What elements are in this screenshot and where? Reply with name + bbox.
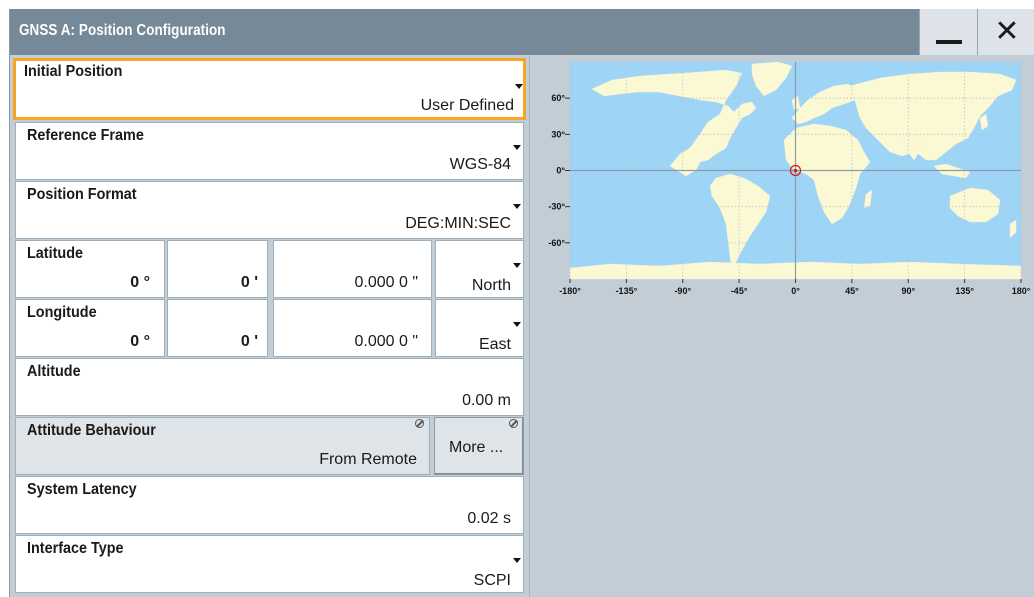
- close-icon: ✕: [994, 14, 1020, 49]
- dropdown-arrow-icon: [513, 322, 521, 327]
- longitude-degrees-value: 0 °: [130, 333, 150, 350]
- latitude-seconds-value: 0.000 0 ": [354, 274, 418, 291]
- dropdown-arrow-icon: [513, 558, 521, 563]
- initial-position-select[interactable]: Initial Position User Defined: [13, 58, 526, 120]
- latitude-degrees-field[interactable]: Latitude 0 °: [15, 240, 165, 298]
- latitude-label: Latitude: [27, 245, 83, 262]
- reference-frame-select[interactable]: Reference Frame WGS-84: [15, 122, 524, 180]
- latitude-minutes-field[interactable]: 0 ': [167, 240, 268, 298]
- altitude-field[interactable]: Altitude 0.00 m: [15, 358, 524, 416]
- dropdown-arrow-icon: [513, 263, 521, 268]
- longitude-seconds-field[interactable]: 0.000 0 ": [273, 299, 432, 357]
- dropdown-arrow-icon: [513, 204, 521, 209]
- longitude-seconds-value: 0.000 0 ": [354, 333, 418, 350]
- remote-control-icon: [509, 419, 518, 428]
- lon-tick-label: -90°: [674, 286, 691, 296]
- lon-tick-label: 135°: [955, 286, 974, 296]
- latitude-degrees-value: 0 °: [130, 274, 150, 291]
- reference-frame-value: WGS-84: [449, 156, 511, 173]
- dialog-title: GNSS A: Position Configuration: [19, 22, 226, 39]
- position-configuration-dialog: GNSS A: Position Configuration ✕ Initial…: [9, 9, 1034, 597]
- attitude-behaviour-value: From Remote: [319, 451, 417, 468]
- initial-position-value: User Defined: [420, 97, 514, 114]
- system-latency-value: 0.02 s: [467, 510, 511, 527]
- close-button[interactable]: ✕: [977, 9, 1034, 55]
- interface-type-value: SCPI: [473, 572, 511, 589]
- altitude-value: 0.00 m: [462, 392, 511, 409]
- position-format-label: Position Format: [27, 186, 137, 203]
- latitude-seconds-field[interactable]: 0.000 0 ": [273, 240, 432, 298]
- dropdown-arrow-icon: [513, 145, 521, 150]
- position-format-select[interactable]: Position Format DEG:MIN:SEC: [15, 181, 524, 239]
- latitude-direction-select[interactable]: North: [435, 240, 524, 298]
- attitude-behaviour-field: Attitude Behaviour From Remote: [15, 417, 430, 475]
- lon-tick-label: 180°: [1012, 286, 1031, 296]
- interface-type-select[interactable]: Interface Type SCPI: [15, 535, 524, 593]
- longitude-direction-value: East: [478, 336, 511, 353]
- longitude-direction-select[interactable]: East: [435, 299, 524, 357]
- lat-tick-label: 0°: [556, 166, 565, 176]
- latitude-tick-labels: 60° 30° 0° -30° -60°: [548, 93, 565, 248]
- lon-tick-label: 90°: [901, 286, 915, 296]
- latitude-direction-value: North: [471, 277, 511, 294]
- altitude-label: Altitude: [27, 363, 81, 380]
- system-latency-label: System Latency: [27, 481, 137, 498]
- longitude-label: Longitude: [27, 304, 97, 321]
- dropdown-arrow-icon: [515, 84, 523, 89]
- initial-position-label: Initial Position: [24, 63, 123, 80]
- interface-type-label: Interface Type: [27, 540, 124, 557]
- reference-frame-label: Reference Frame: [27, 127, 144, 144]
- position-format-value: DEG:MIN:SEC: [405, 215, 511, 232]
- minimize-button[interactable]: [919, 9, 977, 55]
- longitude-tick-labels: -180° -135° -90° -45° 0° 45° 90° 135° 180°: [559, 286, 1031, 296]
- lon-tick-label: -135°: [616, 286, 638, 296]
- title-bar[interactable]: GNSS A: Position Configuration ✕: [10, 9, 1034, 55]
- minimize-icon: [936, 40, 962, 44]
- longitude-minutes-value: 0 ': [240, 333, 258, 350]
- lat-tick-label: -30°: [548, 202, 565, 212]
- lon-tick-label: 45°: [845, 286, 859, 296]
- attitude-behaviour-label: Attitude Behaviour: [27, 422, 156, 439]
- lon-tick-label: -45°: [731, 286, 748, 296]
- lat-tick-label: 60°: [551, 93, 565, 103]
- lat-tick-label: -60°: [548, 238, 565, 248]
- world-map[interactable]: 60° 30° 0° -30° -60° -180° -135° -90° -45° 0° 45°…: [530, 56, 1034, 316]
- more-button-label: More ...: [449, 439, 504, 456]
- longitude-minutes-field[interactable]: 0 ': [167, 299, 268, 357]
- system-latency-field[interactable]: System Latency 0.02 s: [15, 476, 524, 534]
- more-button[interactable]: More ...: [434, 417, 524, 475]
- marker-dot: [793, 168, 798, 173]
- latitude-minutes-value: 0 ': [240, 274, 258, 291]
- lat-tick-label: 30°: [551, 129, 565, 139]
- lon-tick-label: -180°: [559, 286, 581, 296]
- longitude-degrees-field[interactable]: Longitude 0 °: [15, 299, 165, 357]
- remote-control-icon: [415, 419, 424, 428]
- world-map-panel: 60° 30° 0° -30° -60° -180° -135° -90° -45° 0° 45°…: [529, 56, 1034, 597]
- lon-tick-label: 0°: [791, 286, 800, 296]
